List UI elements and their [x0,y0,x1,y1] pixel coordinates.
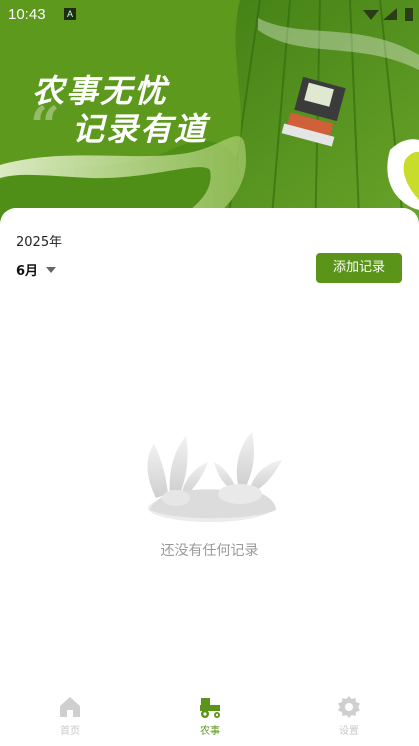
nav-label-home: 首页 [60,726,80,737]
wifi-icon [363,10,379,20]
nav-item-farming[interactable]: 农事 [140,682,280,746]
add-record-button[interactable]: 添加记录 [316,253,402,283]
empty-state-illustration [147,432,282,522]
nav-item-settings[interactable]: 设置 [279,682,419,746]
hero-banner: 10:43 A “ 农事无忧 记录有道 [0,0,419,240]
tractor-icon [200,698,220,718]
bottom-nav: 首页 农事 设置 [0,682,419,746]
notification-icon: A [64,8,76,20]
status-bar: 10:43 A [0,0,419,30]
hero-title-line2: 记录有道 [72,110,209,148]
empty-state-text: 还没有任何记录 [160,543,259,559]
nav-label-settings: 设置 [339,726,359,737]
system-status-icons [363,8,413,21]
records-panel: 2025年 6月 添加记录 还没有任何记录 [0,208,419,746]
nav-item-home[interactable]: 首页 [0,682,140,746]
home-icon [60,697,80,717]
gear-icon [338,696,360,718]
signal-icon [383,8,397,20]
month-selector[interactable]: 6月 [16,260,57,279]
month-label: 6月 [16,264,39,279]
field-illustration [0,0,419,240]
caret-down-icon [46,266,57,273]
battery-icon [405,8,413,21]
nav-label-farming: 农事 [200,726,220,737]
year-label: 2025年 [16,235,63,250]
status-time: 10:43 [8,6,46,23]
